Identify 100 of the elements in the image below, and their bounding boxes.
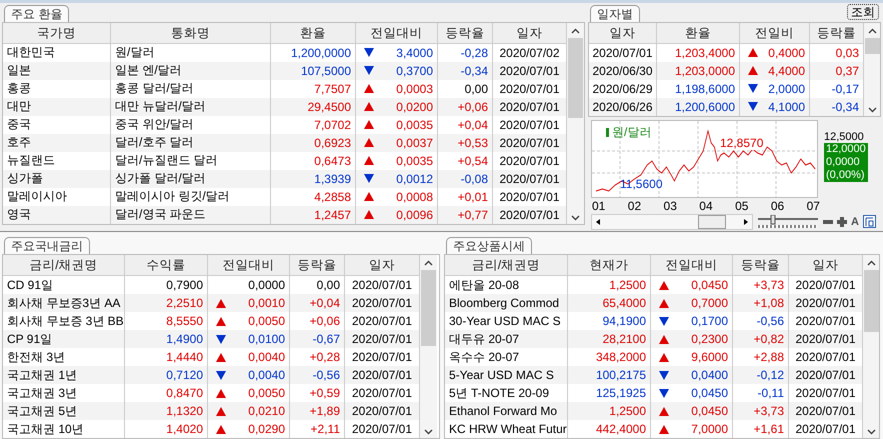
cell-text: 호주 (7, 134, 31, 152)
cell-text: 7,0702 (314, 118, 351, 132)
scroll-down-icon[interactable] (866, 429, 876, 435)
cell-text: -0,34 (460, 64, 488, 78)
panel-tab[interactable]: 주요 환율 (4, 4, 70, 22)
zoom-slider[interactable] (757, 214, 819, 229)
slider-thumb[interactable] (770, 214, 776, 224)
cell-text: 8,5550 (166, 314, 203, 328)
cell-text: 107,5000 (300, 64, 351, 78)
vertical-scrollbar[interactable] (863, 255, 879, 438)
cell-text: +1,61 (754, 422, 784, 436)
cell-text: 94,1900 (602, 314, 646, 328)
cell-text: +0,53 (458, 136, 488, 150)
vertical-scrollbar[interactable] (420, 255, 437, 438)
scroll-down-icon[interactable] (868, 106, 876, 113)
cell-text: 0,0450 (691, 404, 728, 418)
cell-text: 1,4440 (166, 350, 203, 364)
cell-text: 2,2510 (166, 296, 203, 310)
cell-text: +3,73 (754, 278, 784, 292)
scroll-up-icon[interactable] (571, 28, 580, 34)
cell-text: 0,3700 (396, 64, 433, 78)
panel-tab[interactable]: 일자별 (590, 4, 640, 22)
cell-text: 2,0000 (768, 82, 805, 96)
cell-text: 0,0040 (248, 368, 285, 382)
cell-text: 1,2457 (314, 208, 351, 222)
scroll-down-icon[interactable] (571, 214, 580, 221)
cell-text: +2,88 (754, 350, 784, 364)
cell-text: 1,4900 (166, 332, 203, 346)
plus-icon[interactable] (837, 216, 847, 227)
cell-text: 4,4000 (768, 64, 805, 78)
cell-text: 영국 (7, 206, 31, 224)
cell-text: 옥수수 20-07 (449, 348, 520, 366)
cell-text: 달러/호주 달러 (115, 134, 194, 152)
scroll-up-icon[interactable] (868, 28, 876, 34)
scrollbar-thumb[interactable] (568, 38, 583, 118)
cell-text: 1,203,0000 (674, 64, 735, 78)
cell-text: 원/달러 (115, 44, 154, 62)
cell-text: 1,2500 (609, 278, 646, 292)
cell-text: 29,4500 (308, 100, 351, 114)
scrollbar-thumb[interactable] (864, 270, 878, 332)
axis-label: 01 (592, 198, 606, 213)
cell-text: 0,0100 (248, 332, 285, 346)
cell-text: 65,4000 (602, 296, 646, 310)
down-triangle-icon (659, 316, 669, 326)
cell-text: 2020/07/01 (352, 350, 412, 364)
cell-text: 2020/07/01 (352, 278, 412, 292)
horizontal-scrollbar[interactable] (591, 214, 753, 230)
panel-tab[interactable]: 주요상품시세 (446, 237, 532, 254)
cell-text: 0,6473 (314, 154, 351, 168)
chart-legend: 원/달러 (606, 124, 652, 141)
up-triangle-icon (216, 352, 226, 362)
cell-text: 1,4020 (166, 422, 203, 436)
scrollbar-thumb[interactable] (421, 270, 436, 346)
cell-text: 5-Year USD MAC S (449, 368, 554, 382)
cell-text: 2020/07/01 (795, 368, 856, 382)
cell-text: +0,04 (458, 118, 488, 132)
cell-text: 2020/07/01 (795, 314, 856, 328)
cell-text: 28,2100 (602, 332, 646, 346)
panel-tab[interactable]: 주요국내금리 (4, 237, 90, 254)
scroll-up-icon[interactable] (866, 260, 876, 266)
cell-text: 말레이시아 링깃/달러 (115, 188, 230, 206)
cell-text: 2020/07/01 (499, 190, 560, 204)
cell-text: 2020/07/01 (352, 332, 412, 346)
cell-text: 0,0400 (691, 368, 728, 382)
cell-text: 1,1320 (166, 404, 203, 418)
cell-text: 0,2300 (691, 332, 728, 346)
cell-text: 442,4000 (596, 422, 646, 436)
vertical-scrollbar[interactable] (567, 22, 584, 224)
cell-text: 2020/07/01 (499, 172, 560, 186)
cell-text: 4,1000 (768, 100, 805, 114)
cell-text: 0,4000 (768, 46, 805, 60)
cell-text: 0,7120 (166, 368, 203, 382)
scrollbar-thumb[interactable] (698, 214, 726, 229)
cell-text: 125,1925 (596, 386, 646, 400)
cell-text: 에탄올 20-08 (449, 276, 520, 294)
cell-text: 2020/06/30 (592, 64, 653, 78)
font-button[interactable]: A (851, 216, 859, 228)
cell-text: 달러/영국 파운드 (115, 206, 206, 224)
cell-text: 2020/07/01 (499, 154, 560, 168)
cell-text: 2020/07/01 (795, 332, 856, 346)
scroll-down-icon[interactable] (424, 429, 433, 435)
cell-text: 홍콩 달러/달러 (115, 80, 194, 98)
cell-text: +0,82 (754, 332, 784, 346)
cell-text: 2020/06/29 (592, 82, 653, 96)
cell-text: 대두유 20-07 (449, 330, 520, 348)
current-value-box: 12,0000 0,0000 (0,00%) (824, 142, 868, 182)
cell-text: 뉴질랜드 (7, 152, 55, 170)
cell-text: 한전채 3년 (7, 348, 66, 366)
cell-text: 0,0010 (248, 296, 285, 310)
scroll-up-icon[interactable] (424, 260, 433, 266)
cell-text: +0,04 (310, 296, 340, 310)
cell-text: 1,3939 (314, 172, 351, 186)
vertical-scrollbar[interactable] (864, 22, 880, 116)
query-button[interactable]: 조회 (847, 4, 879, 20)
axis-label: 04 (699, 198, 713, 213)
layout-icon[interactable] (862, 215, 876, 228)
scrollbar-thumb[interactable] (864, 38, 880, 54)
axis-label: 12,5000 (824, 132, 865, 143)
cell-text: 2020/07/01 (795, 422, 856, 436)
cell-text: 2020/07/01 (499, 64, 560, 78)
